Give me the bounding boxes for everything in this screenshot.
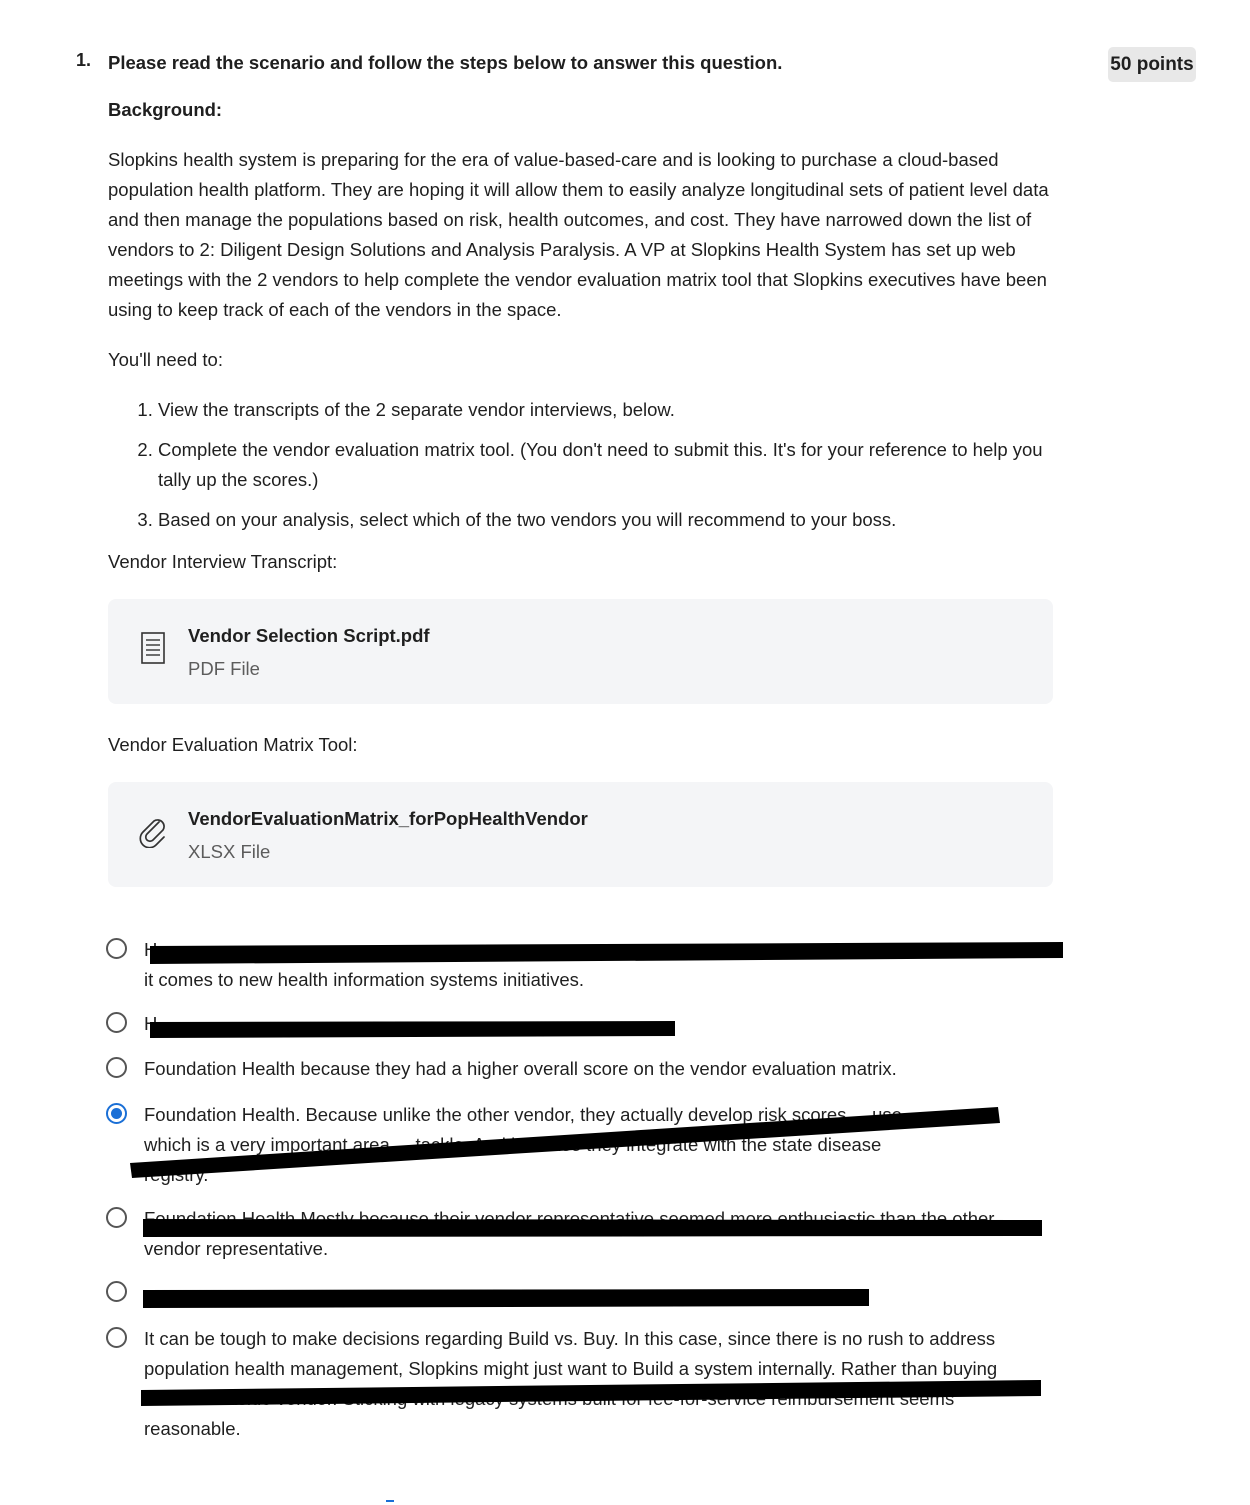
question-title: Please read the scenario and follow the … (108, 52, 783, 73)
radio-button-selected[interactable] (106, 1103, 127, 1124)
answer-option[interactable]: H (106, 1009, 1066, 1039)
option-text: registry. (144, 1164, 209, 1185)
answer-options: H it comes to new health information sys… (106, 935, 1066, 1444)
scroll-indicator (386, 1500, 394, 1502)
answer-option[interactable]: H it comes to new health information sys… (106, 935, 1066, 995)
points-badge: 50 points (1108, 47, 1196, 82)
scenario-paragraph: Slopkins health system is preparing for … (108, 149, 1049, 320)
option-text (144, 1278, 1066, 1308)
option-text: it comes to new health information syste… (144, 969, 585, 990)
attachment-type: PDF File (188, 658, 260, 679)
question-number: 1. (76, 50, 92, 70)
option-text: which is a very important area ... tackl… (144, 1134, 882, 1155)
paperclip-icon (139, 819, 165, 848)
option-text: It can be tough to make decisions regard… (144, 1328, 996, 1349)
steps-list: View the transcripts of the 2 separate v… (108, 395, 1053, 535)
option-text: H (144, 1013, 158, 1034)
option-text: vendor representative. (144, 1238, 329, 1259)
option-text: H (144, 939, 158, 960)
radio-button[interactable] (106, 1281, 127, 1302)
step-item: Based on your analysis, select which of … (158, 505, 1053, 535)
radio-button[interactable] (106, 1012, 127, 1033)
attachment-name[interactable]: Vendor Selection Script.pdf (188, 621, 430, 651)
question-body: Background: Slopkins health system is pr… (108, 95, 1053, 913)
attachment-card-xlsx[interactable]: VendorEvaluationMatrix_forPopHealthVendo… (108, 782, 1053, 887)
answer-option[interactable]: It can be tough to make decisions regard… (106, 1324, 1066, 1444)
answer-option[interactable]: Foundation Health Mostly because their v… (106, 1204, 1066, 1264)
attachment-card-pdf[interactable]: Vendor Selection Script.pdf PDF File (108, 599, 1053, 704)
option-text: Foundation Health. Because unlike the ot… (144, 1104, 902, 1125)
radio-button[interactable] (106, 1207, 127, 1228)
attachment-name[interactable]: VendorEvaluationMatrix_forPopHealthVendo… (188, 804, 588, 834)
step-item: Complete the vendor evaluation matrix to… (158, 435, 1053, 495)
background-label: Background: (108, 99, 223, 120)
option-text: reasonable. (144, 1418, 241, 1439)
transcript-label: Vendor Interview Transcript: (108, 551, 338, 572)
step-item: View the transcripts of the 2 separate v… (158, 395, 1053, 425)
instructions-intro: You'll need to: (108, 349, 223, 370)
option-text: Foundation Health because they had a hig… (144, 1058, 897, 1079)
option-text: population health management, Slopkins m… (144, 1358, 998, 1379)
answer-option[interactable]: Foundation Health because they had a hig… (106, 1054, 1066, 1084)
radio-button[interactable] (106, 1327, 127, 1348)
answer-option-selected[interactable]: Foundation Health. Because unlike the ot… (106, 1100, 1066, 1190)
document-icon (141, 632, 165, 664)
answer-option[interactable] (106, 1278, 1066, 1308)
radio-button[interactable] (106, 1057, 127, 1078)
attachment-type: XLSX File (188, 841, 271, 862)
matrix-label: Vendor Evaluation Matrix Tool: (108, 734, 358, 755)
radio-button[interactable] (106, 938, 127, 959)
option-text: Foundation Health Mostly because their v… (144, 1208, 995, 1229)
option-text: from an outside vendor. Sticking with le… (144, 1388, 955, 1409)
